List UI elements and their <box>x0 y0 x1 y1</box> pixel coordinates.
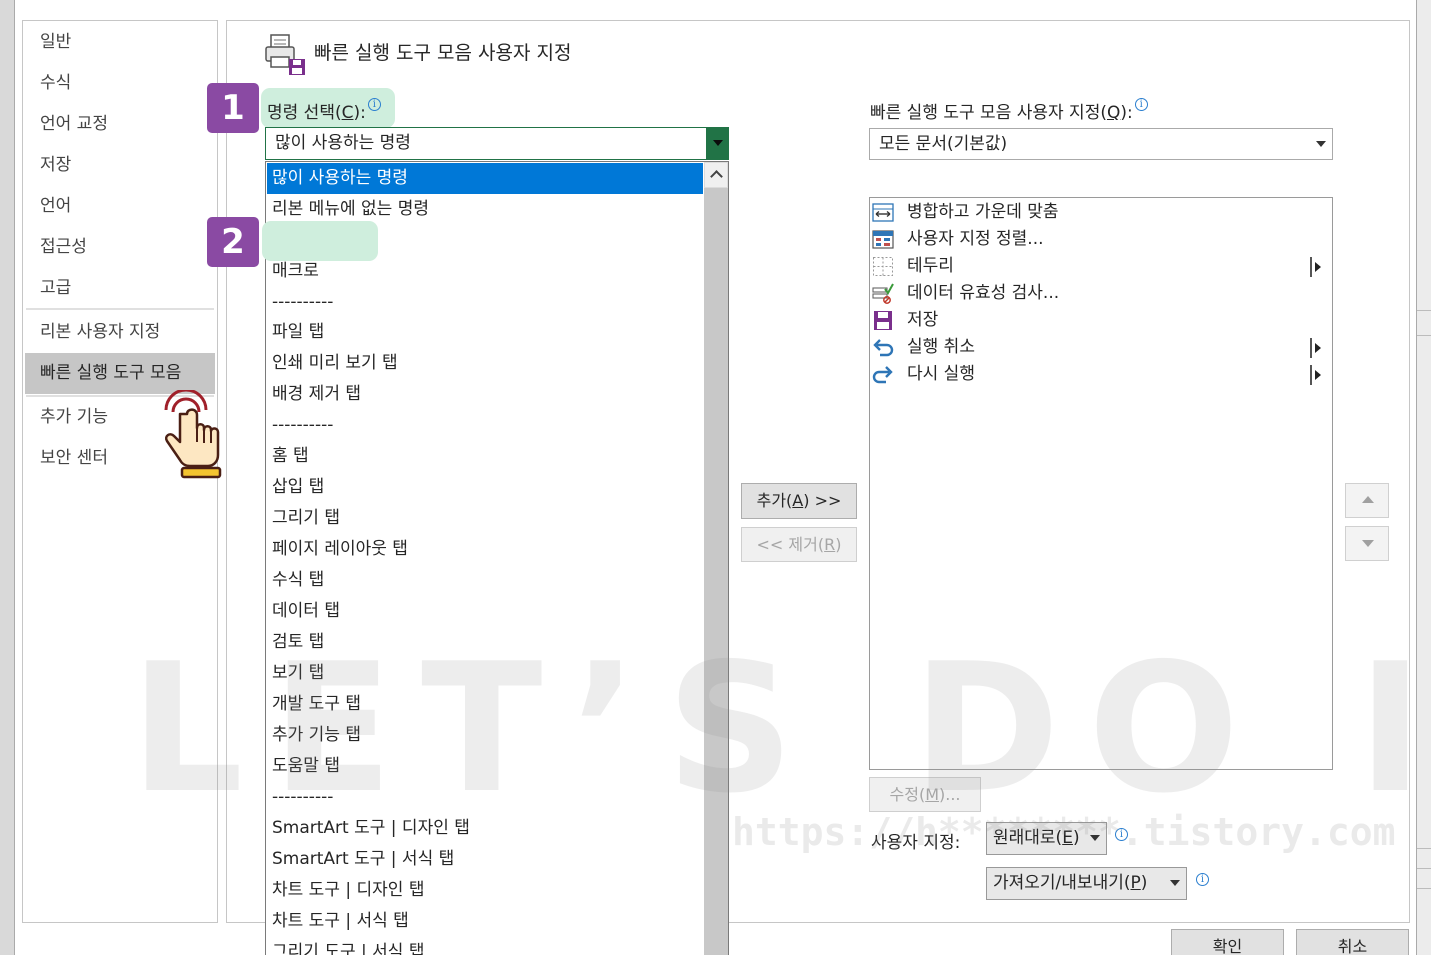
dropdown-option[interactable]: 파일 탭 <box>267 317 703 348</box>
redo-icon <box>872 366 893 384</box>
custom-sort-icon <box>872 230 894 249</box>
ok-button[interactable]: 확인 <box>1171 929 1284 955</box>
dropdown-option[interactable]: 많이 사용하는 명령 <box>267 163 703 194</box>
list-item[interactable]: 사용자 지정 정렬... <box>870 226 1332 253</box>
list-item[interactable]: 다시 실행 <box>870 361 1332 388</box>
chevron-down-icon[interactable] <box>1084 823 1106 854</box>
dropdown-option[interactable]: SmartArt 도구 | 서식 탭 <box>267 844 703 875</box>
sidebar-item-advanced[interactable]: 고급 <box>23 268 217 309</box>
choose-commands-label: 명령 선택(C): i <box>267 98 381 123</box>
dropdown-option[interactable]: 그리기 탭 <box>267 503 703 534</box>
dropdown-option[interactable]: 수식 탭 <box>267 565 703 596</box>
undo-icon <box>873 339 894 357</box>
move-up-button[interactable] <box>1345 483 1389 518</box>
dropdown-option[interactable]: 삽입 탭 <box>267 472 703 503</box>
hand-pointer-icon <box>164 390 222 479</box>
sidebar-divider <box>26 308 214 310</box>
page-title: 빠른 실행 도구 모음 사용자 지정 <box>314 42 572 64</box>
info-icon[interactable]: i <box>1134 98 1148 111</box>
step1-badge: 1 <box>207 83 259 133</box>
sidebar-item-customize-ribbon[interactable]: 리본 사용자 지정 <box>23 312 217 353</box>
submenu-arrow-icon[interactable] <box>1310 365 1324 385</box>
info-icon[interactable]: i <box>1196 873 1209 886</box>
list-item[interactable]: 저장 <box>870 307 1332 334</box>
dropdown-option[interactable]: 검토 탭 <box>267 627 703 658</box>
choose-commands-value: 많이 사용하는 명령 <box>275 133 411 153</box>
data-validation-icon <box>872 283 894 304</box>
submenu-arrow-icon[interactable] <box>1310 338 1324 358</box>
sidebar-item-general[interactable]: 일반 <box>23 22 217 63</box>
remove-button[interactable]: << 제거(R) <box>741 527 857 562</box>
list-item[interactable]: 데이터 유효성 검사... <box>870 280 1332 307</box>
step2-badge: 2 <box>207 217 259 267</box>
dropdown-option[interactable]: 차트 도구 | 서식 탭 <box>267 906 703 937</box>
list-item[interactable]: 테두리 <box>870 253 1332 280</box>
customize-toolbar-value: 모든 문서(기본값) <box>879 134 1008 154</box>
scroll-up-icon[interactable] <box>704 162 728 188</box>
reset-dropdown[interactable]: 원래대로(E) <box>986 822 1107 855</box>
sidebar-item-quick-access-toolbar[interactable]: 빠른 실행 도구 모음 <box>25 353 215 394</box>
dropdown-option[interactable]: 추가 기능 탭 <box>267 720 703 751</box>
save-icon <box>874 311 892 330</box>
dropdown-scrollbar[interactable] <box>704 162 728 955</box>
dropdown-option[interactable]: 배경 제거 탭 <box>267 379 703 410</box>
chevron-down-icon[interactable] <box>706 128 728 159</box>
list-item[interactable]: 병합하고 가운데 맞춤 <box>870 199 1332 226</box>
dropdown-option[interactable]: 그리기 도구 | 서식 탭 <box>267 937 703 955</box>
dropdown-separator: ---------- <box>272 787 334 807</box>
import-export-dropdown[interactable]: 가져오기/내보내기(P) <box>986 867 1187 900</box>
quick-access-command-list[interactable]: 병합하고 가운데 맞춤 사용자 지정 정렬... 테두리 데이터 유효성 검사.… <box>869 197 1333 770</box>
background-sheet-edge <box>1417 0 1431 955</box>
dropdown-option[interactable]: 데이터 탭 <box>267 596 703 627</box>
sidebar-item-save[interactable]: 저장 <box>23 145 217 186</box>
merge-center-icon <box>872 203 894 222</box>
customizations-label: 사용자 지정: <box>871 833 961 853</box>
dropdown-option[interactable]: 도움말 탭 <box>267 751 703 782</box>
submenu-arrow-icon[interactable] <box>1310 257 1324 277</box>
dropdown-separator: ---------- <box>272 415 334 435</box>
printer-save-icon <box>265 34 305 75</box>
dropdown-option[interactable]: 보기 탭 <box>267 658 703 689</box>
move-down-button[interactable] <box>1345 526 1389 561</box>
border-icon <box>873 257 893 276</box>
dropdown-option[interactable]: 차트 도구 | 디자인 탭 <box>267 875 703 906</box>
customize-toolbar-label: 빠른 실행 도구 모음 사용자 지정(Q): i <box>870 98 1148 123</box>
dropdown-option[interactable]: 개발 도구 탭 <box>267 689 703 720</box>
info-icon[interactable]: i <box>367 98 381 111</box>
customize-toolbar-combo[interactable]: 모든 문서(기본값) <box>869 128 1333 160</box>
chevron-down-icon[interactable] <box>1164 868 1186 899</box>
info-icon[interactable]: i <box>1115 828 1128 841</box>
dropdown-separator: ---------- <box>272 292 334 312</box>
sidebar-item-proofing[interactable]: 언어 교정 <box>23 104 217 145</box>
add-button[interactable]: 추가(A) >> <box>741 483 857 519</box>
sidebar-item-formulas[interactable]: 수식 <box>23 63 217 104</box>
modify-button[interactable]: 수정(M)... <box>869 777 981 812</box>
dropdown-option[interactable]: SmartArt 도구 | 디자인 탭 <box>267 813 703 844</box>
sidebar-item-language[interactable]: 언어 <box>23 186 217 227</box>
step2-highlight <box>262 221 378 261</box>
sidebar-item-accessibility[interactable]: 접근성 <box>23 227 217 268</box>
chevron-down-icon[interactable] <box>1310 129 1332 159</box>
dropdown-option[interactable]: 홈 탭 <box>267 441 703 472</box>
list-item[interactable]: 실행 취소 <box>870 334 1332 361</box>
choose-commands-combo[interactable]: 많이 사용하는 명령 <box>265 127 729 160</box>
cancel-button[interactable]: 취소 <box>1296 929 1409 955</box>
dropdown-option[interactable]: 페이지 레이아웃 탭 <box>267 534 703 565</box>
dropdown-option[interactable]: 인쇄 미리 보기 탭 <box>267 348 703 379</box>
choose-commands-dropdown[interactable]: 많이 사용하는 명령리본 메뉴에 없는 명령모든 명령매크로----------… <box>265 161 729 955</box>
